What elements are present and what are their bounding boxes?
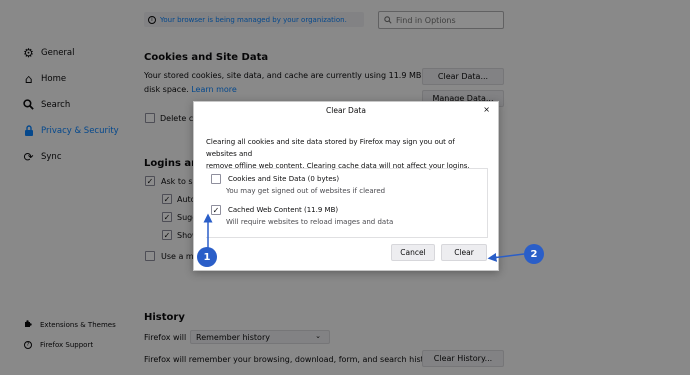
cancel-button[interactable]: Cancel [391, 244, 435, 261]
cookies-site-data-checkbox[interactable] [211, 174, 221, 184]
callout-badge-1: 1 [197, 247, 217, 267]
close-icon[interactable]: × [483, 105, 490, 114]
cached-content-label: Cached Web Content (11.9 MB) [228, 206, 339, 214]
cached-content-checkbox[interactable]: ✓ [211, 205, 221, 215]
cookies-site-data-label: Cookies and Site Data (0 bytes) [228, 175, 340, 183]
cached-content-sub: Will require websites to reload images a… [226, 218, 394, 226]
dialog-title: Clear Data [326, 106, 366, 115]
clear-button[interactable]: Clear [441, 244, 487, 261]
callout-badge-2: 2 [524, 244, 544, 264]
clear-data-dialog: Clear Data × Clearing all cookies and si… [193, 101, 499, 271]
cookies-site-data-sub: You may get signed out of websites if cl… [226, 187, 386, 195]
dialog-description: Clearing all cookies and site data store… [206, 138, 470, 170]
